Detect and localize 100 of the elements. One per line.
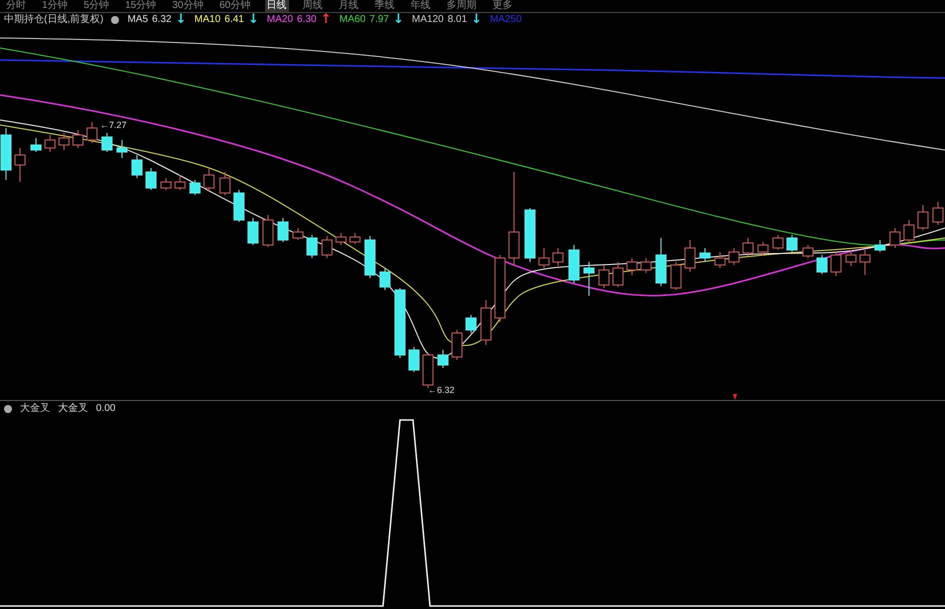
candlestick: [422, 352, 434, 388]
indicator-name: 大金叉: [20, 402, 50, 414]
trend-arrow: ↓: [392, 14, 404, 26]
chart-title: 中期持仓(日线,前复权): [4, 14, 104, 26]
candlestick: [584, 262, 594, 296]
candlestick: [306, 234, 318, 258]
candlestick: [30, 138, 42, 152]
candlestick: [918, 204, 928, 230]
period-tab[interactable]: 1分钟: [40, 0, 70, 12]
candlestick: [742, 238, 754, 256]
candlestick: [394, 288, 406, 358]
candlestick: [248, 218, 258, 246]
candlestick: [758, 242, 768, 256]
candlestick: [904, 220, 914, 244]
indicator-series-label: 大金叉: [58, 402, 88, 414]
period-tab[interactable]: 周线: [300, 0, 324, 12]
candlestick: [322, 236, 332, 258]
candlestick: [728, 248, 740, 266]
candlestick: [102, 132, 112, 152]
trend-arrow: ↓: [471, 14, 482, 26]
ma-value: 7.97: [370, 14, 389, 26]
indicator-settings-icon[interactable]: [4, 404, 12, 412]
candlestick: [116, 140, 128, 158]
ma-value: 6.41: [224, 14, 244, 26]
candlestick: [772, 234, 784, 250]
candlestick: [466, 314, 476, 334]
period-tab[interactable]: 15分钟: [123, 0, 158, 12]
candlestick: [552, 248, 564, 266]
candlestick: [538, 248, 550, 268]
candlestick: [44, 134, 56, 152]
period-tab[interactable]: 分时: [4, 0, 28, 12]
ma-label: MA250: [490, 14, 522, 26]
signal-mark-icon: [733, 394, 737, 400]
period-tab[interactable]: 5分钟: [82, 0, 112, 12]
candlestick: [278, 218, 288, 242]
candlestick: [640, 258, 652, 274]
candlestick: [494, 254, 506, 322]
candlestick: [292, 228, 304, 240]
candlestick: [714, 252, 726, 268]
period-tab[interactable]: 年线: [408, 0, 432, 12]
candlestick: [234, 190, 244, 222]
candlestick: [174, 174, 186, 190]
period-tab[interactable]: 季线: [372, 0, 396, 12]
trend-arrow: ↓: [248, 14, 259, 26]
candlestick: [86, 122, 98, 144]
candlestick: [364, 236, 376, 278]
candlestick: [612, 262, 624, 288]
candlestick: [72, 130, 84, 148]
candlestick: [846, 250, 856, 266]
candlestick: [656, 238, 666, 286]
candlestick: [524, 208, 536, 262]
candlestick: [220, 172, 230, 196]
candlestick: [380, 268, 390, 290]
ma-label: MA20: [266, 14, 294, 26]
candlestick: [700, 248, 710, 262]
settings-icon[interactable]: [111, 16, 120, 24]
ma-label: MA5: [127, 14, 148, 26]
candlestick: [830, 252, 842, 276]
period-tab[interactable]: 多周期: [444, 0, 478, 12]
candlestick: [684, 240, 696, 272]
candlestick: [598, 264, 610, 288]
indicator-value: 0.00: [96, 402, 116, 414]
candlestick: [160, 178, 172, 190]
candlestick: [0, 128, 12, 180]
ma-label: MA120: [412, 14, 444, 26]
candlestick: [786, 234, 798, 252]
ma-value: 6.30: [297, 14, 316, 26]
candlestick: [336, 232, 346, 246]
candlestick: [204, 168, 214, 192]
ma-value: 8.01: [448, 14, 468, 26]
candlestick: [890, 228, 900, 248]
period-tab[interactable]: 60分钟: [217, 0, 252, 12]
candlestick: [816, 254, 828, 274]
ma-value: 6.32: [152, 14, 172, 26]
ma-label: MA10: [194, 14, 221, 26]
ma-label: MA60: [339, 14, 366, 26]
candlestick: [860, 250, 870, 276]
period-tab[interactable]: 更多: [490, 0, 514, 12]
low-price-label: ←6.32: [428, 385, 455, 395]
candlestick: [670, 262, 682, 290]
candlestick: [452, 330, 462, 360]
candlestick: [14, 148, 26, 182]
candlestick: [626, 258, 638, 276]
candlestick: [480, 300, 492, 346]
candlestick: [802, 244, 814, 258]
candlestick: [568, 244, 580, 284]
period-tab[interactable]: 日线: [264, 0, 288, 12]
candlestick: [132, 154, 142, 178]
period-tab[interactable]: 30分钟: [170, 0, 206, 12]
period-tab[interactable]: 月线: [336, 0, 360, 12]
candlestick: [438, 350, 448, 368]
candlestick: [146, 168, 156, 190]
high-price-label: ←7.27: [100, 120, 127, 130]
candlestick: [350, 232, 360, 244]
candlestick: [874, 240, 886, 252]
candlestick: [190, 180, 200, 196]
candlestick: [58, 132, 70, 150]
trend-arrow: ↑: [320, 14, 332, 26]
trend-arrow: ↓: [175, 14, 186, 26]
candlestick: [262, 214, 274, 248]
